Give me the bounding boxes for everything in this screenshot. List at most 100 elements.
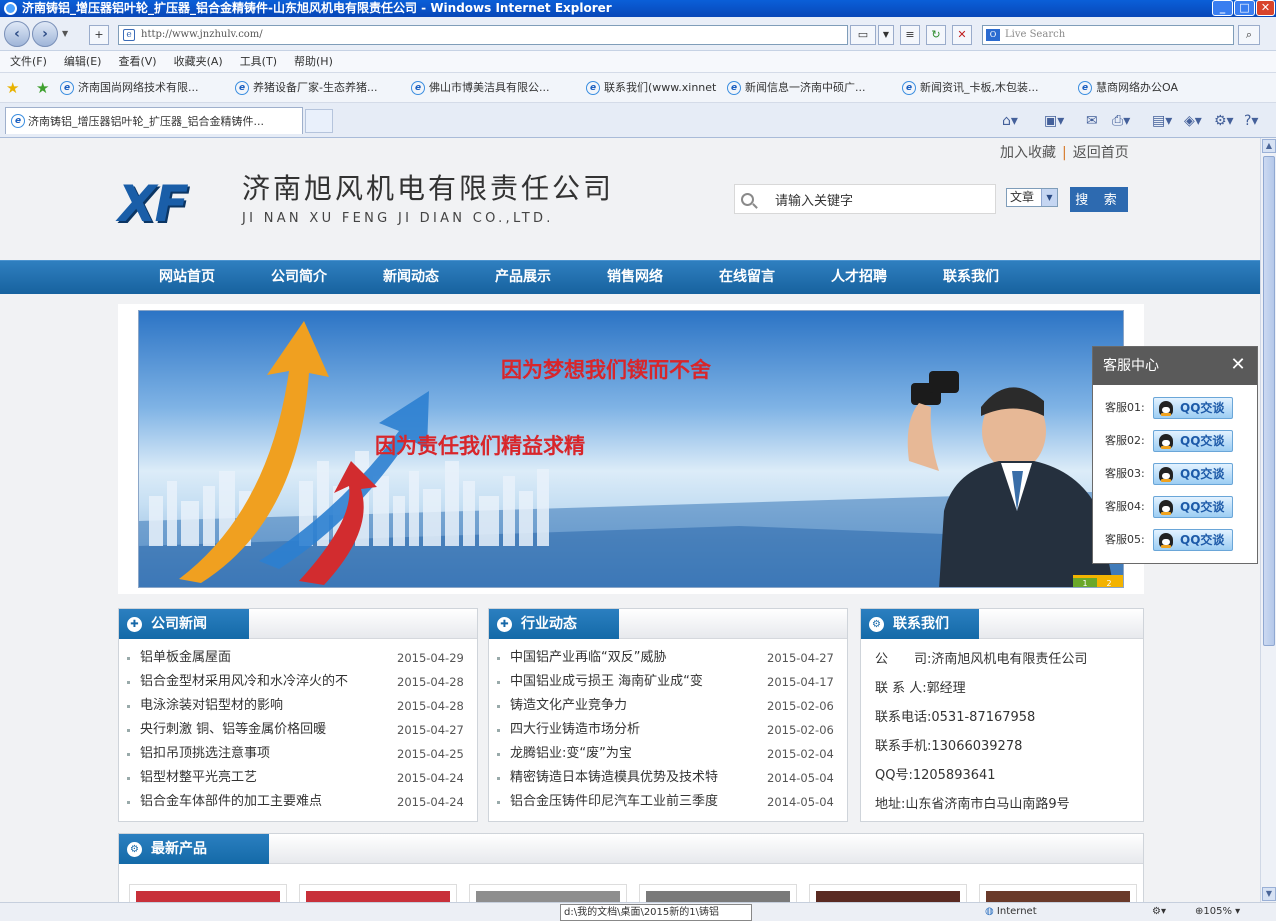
menu-favorites[interactable]: 收藏夹(A) <box>164 51 230 73</box>
forward-button[interactable]: › <box>32 21 58 47</box>
company-news-title[interactable]: ✚ 公司新闻 <box>119 609 249 639</box>
close-window-button[interactable]: ✕ <box>1256 0 1275 16</box>
favorite-link-3[interactable]: e 佛山市博美洁具有限公... <box>411 81 550 95</box>
stop-icon[interactable]: ✕ <box>952 25 972 45</box>
site-search-button[interactable]: 搜 索 <box>1070 187 1128 212</box>
menu-help[interactable]: 帮助(H) <box>284 51 340 73</box>
product-thumbnail[interactable] <box>129 884 287 902</box>
add-tab-icon[interactable]: + <box>89 25 109 45</box>
news-item[interactable]: 铝合金型材采用风冷和水冷淬火的不 2015-04-28 <box>127 670 469 694</box>
panel-header: ✚ 公司新闻 <box>119 609 477 639</box>
scroll-up-icon[interactable]: ▲ <box>1262 139 1276 153</box>
zoom-level[interactable]: ⊕105% ▾ <box>1195 903 1240 921</box>
news-item[interactable]: 电泳涂装对铝型材的影响 2015-04-28 <box>127 694 469 718</box>
vertical-scrollbar[interactable]: ▲ ▼ <box>1260 138 1276 902</box>
help-icon[interactable]: ?▾ <box>1244 113 1258 129</box>
nav-about[interactable]: 公司简介 <box>243 261 355 295</box>
new-tab-button[interactable] <box>305 109 333 133</box>
news-item[interactable]: 中国铝业成亏损王 海南矿业成“变 2015-04-17 <box>497 670 839 694</box>
live-search-input[interactable]: O Live Search <box>982 25 1234 45</box>
scrollbar-thumb[interactable] <box>1263 156 1275 646</box>
news-item[interactable]: 精密铸造日本铸造模具优势及技术特 2014-05-04 <box>497 766 839 790</box>
address-field[interactable]: e http://www.jnzhulv.com/ <box>118 25 848 45</box>
search-category-select[interactable]: 文章 ▼ <box>1006 188 1058 207</box>
news-item[interactable]: 中国铝产业再临“双反”威胁 2015-04-27 <box>497 646 839 670</box>
scroll-down-icon[interactable]: ▼ <box>1262 887 1276 901</box>
menu-view[interactable]: 查看(V) <box>108 51 163 73</box>
maximize-button[interactable]: □ <box>1234 0 1255 16</box>
nav-home[interactable]: 网站首页 <box>131 261 243 295</box>
nav-contact[interactable]: 联系我们 <box>915 261 1027 295</box>
protected-mode-icon[interactable]: ⚙▾ <box>1152 903 1166 921</box>
favorite-link-5[interactable]: e 新闻信息一济南中硕广... <box>727 81 866 95</box>
service-row: 客服04: QQ交谈 <box>1105 496 1255 520</box>
tab-current[interactable]: e 济南铸铝_增压器铝叶轮_扩压器_铝合金精铸件... <box>5 107 303 134</box>
menu-file[interactable]: 文件(F) <box>0 51 54 73</box>
product-thumbnail[interactable] <box>979 884 1137 902</box>
panel-bullet-icon: ✚ <box>127 617 142 632</box>
industry-news-title[interactable]: ✚ 行业动态 <box>489 609 619 639</box>
qq-chat-button[interactable]: QQ交谈 <box>1153 463 1233 485</box>
news-item[interactable]: 铝扣吊顶挑选注意事项 2015-04-25 <box>127 742 469 766</box>
hero-banner[interactable]: 因为梦想我们锲而不舍 因为责任我们精益求精 12 <box>138 310 1124 588</box>
nav-products[interactable]: 产品展示 <box>467 261 579 295</box>
menu-edit[interactable]: 编辑(E) <box>54 51 109 73</box>
address-dropdown-icon[interactable]: ▼ <box>878 25 894 45</box>
favorite-link-6[interactable]: e 新闻资讯_卡板,木包装... <box>902 81 1039 95</box>
customer-service-header: 客服中心 ✕ <box>1093 347 1257 385</box>
safety-icon[interactable]: ◈▾ <box>1184 113 1202 129</box>
favorite-link-4[interactable]: e 联系我们(www.xinnet <box>586 81 716 95</box>
qq-chat-button[interactable]: QQ交谈 <box>1153 397 1233 419</box>
news-item[interactable]: 四大行业铸造市场分析 2015-02-06 <box>497 718 839 742</box>
feeds-icon[interactable]: ▣▾ <box>1044 113 1064 129</box>
product-thumbnail[interactable] <box>639 884 797 902</box>
nav-careers[interactable]: 人才招聘 <box>803 261 915 295</box>
print-icon[interactable]: ⎙▾ <box>1112 113 1130 129</box>
news-item[interactable]: 铝合金压铸件印尼汽车工业前三季度 2014-05-04 <box>497 790 839 814</box>
favorites-star-icon[interactable]: ★ <box>6 81 19 96</box>
news-item[interactable]: 铝合金车体部件的加工主要难点 2015-04-24 <box>127 790 469 814</box>
nav-sales-network[interactable]: 销售网络 <box>579 261 691 295</box>
history-dropdown-icon[interactable]: ▼ <box>62 29 68 38</box>
nav-guestbook[interactable]: 在线留言 <box>691 261 803 295</box>
news-item[interactable]: 龙腾铝业:变“废”为宝 2015-02-04 <box>497 742 839 766</box>
rss-icon[interactable]: ≡ <box>900 25 920 45</box>
nav-news[interactable]: 新闻动态 <box>355 261 467 295</box>
qq-penguin-icon <box>1159 401 1173 416</box>
minimize-button[interactable]: _ <box>1212 0 1233 16</box>
add-favorite-icon[interactable]: ★ <box>36 81 49 96</box>
news-item[interactable]: 铝型材整平光亮工艺 2015-04-24 <box>127 766 469 790</box>
add-favorite-link[interactable]: 加入收藏 <box>1000 145 1056 161</box>
compat-view-icon[interactable]: ▭ <box>850 25 876 45</box>
favorite-link-2[interactable]: e 养猪设备厂家-生态养猪... <box>235 81 377 95</box>
refresh-icon[interactable]: ↻ <box>926 25 946 45</box>
menu-tools[interactable]: 工具(T) <box>230 51 284 73</box>
favorite-link-1[interactable]: e 济南国尚网络技术有限... <box>60 81 199 95</box>
qq-chat-button[interactable]: QQ交谈 <box>1153 496 1233 518</box>
mail-icon[interactable]: ✉ <box>1086 113 1098 129</box>
banner-dot-1[interactable]: 1 <box>1073 578 1097 587</box>
banner-dot-2[interactable]: 2 <box>1097 578 1121 587</box>
page-menu-icon[interactable]: ▤▾ <box>1152 113 1172 129</box>
qq-chat-button[interactable]: QQ交谈 <box>1153 529 1233 551</box>
back-button[interactable]: ‹ <box>4 21 30 47</box>
search-go-icon[interactable]: ⌕ <box>1238 25 1260 45</box>
live-search-logo-icon: O <box>986 29 1000 41</box>
news-item[interactable]: 铝单板金属屋面 2015-04-29 <box>127 646 469 670</box>
home-link[interactable]: 返回首页 <box>1073 145 1129 161</box>
qq-chat-button[interactable]: QQ交谈 <box>1153 430 1233 452</box>
product-thumbnail[interactable] <box>809 884 967 902</box>
product-thumbnail[interactable] <box>469 884 627 902</box>
favorite-link-7[interactable]: e 慧商网络办公OA <box>1078 81 1178 95</box>
close-icon[interactable]: ✕ <box>1229 356 1247 374</box>
contact-title[interactable]: ⚙ 联系我们 <box>861 609 979 639</box>
news-item[interactable]: 铸造文化产业竞争力 2015-02-06 <box>497 694 839 718</box>
latest-products-title[interactable]: ⚙ 最新产品 <box>119 834 269 864</box>
site-search-input[interactable] <box>775 189 985 209</box>
news-item[interactable]: 央行刺激 铜、铝等金属价格回暖 2015-04-27 <box>127 718 469 742</box>
status-bar: d:\我的文档\桌面\2015新的1\铸铝 ◍ Internet ⚙▾ ⊕105… <box>0 902 1276 921</box>
tools-gear-icon[interactable]: ⚙▾ <box>1214 113 1234 129</box>
company-logo[interactable]: XF 济南旭风机电有限责任公司 JI NAN XU FENG JI DIAN C… <box>118 164 638 244</box>
home-icon[interactable]: ⌂▾ <box>1002 113 1018 129</box>
product-thumbnail[interactable] <box>299 884 457 902</box>
